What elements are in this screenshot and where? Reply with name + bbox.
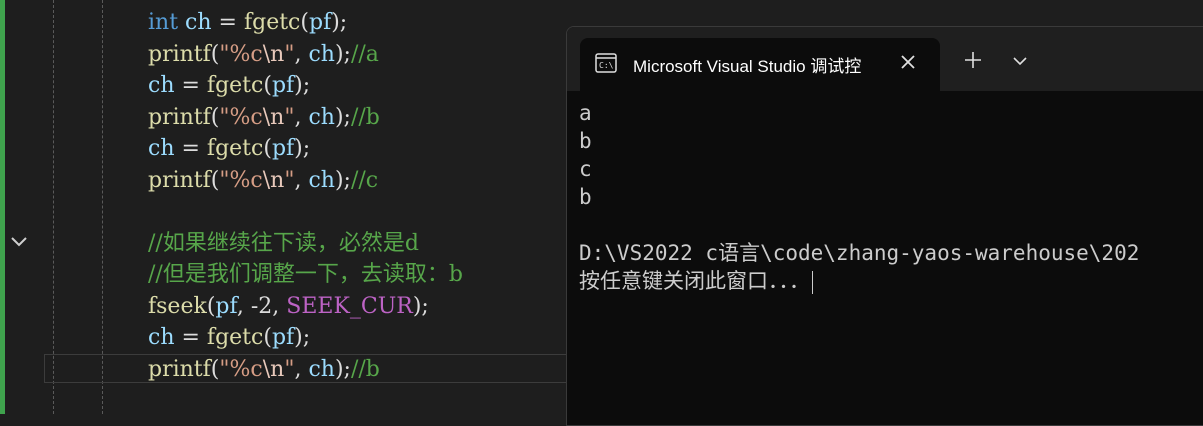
- code-token: pf: [271, 136, 295, 161]
- new-tab-plus-icon[interactable]: [962, 49, 984, 71]
- code-token: ,: [294, 167, 309, 193]
- code-line: int ch = fgetc(pf);: [148, 7, 347, 38]
- terminal-icon: C:\: [595, 53, 617, 73]
- code-token: \n: [262, 104, 285, 130]
- code-token: );: [334, 167, 351, 193]
- text-cursor: [812, 270, 813, 294]
- code-token: =: [174, 136, 207, 161]
- code-token: //b: [350, 356, 380, 382]
- code-token: =: [174, 325, 207, 350]
- code-token: ,: [294, 41, 309, 67]
- prompt-text: 按任意键关闭此窗口．．．: [579, 269, 810, 293]
- output-line: c: [579, 157, 592, 181]
- indent-guide: [102, 0, 103, 414]
- code-token: ch: [308, 104, 335, 130]
- indent-guide: [53, 0, 54, 414]
- code-line: ch = fgetc(pf);: [148, 322, 310, 353]
- code-token: );: [334, 41, 351, 67]
- code-token: pf: [271, 325, 295, 350]
- code-token: "%c: [219, 356, 263, 382]
- code-line: fseek(pf, -2, SEEK_CUR);: [148, 291, 429, 322]
- code-token: ": [284, 167, 295, 193]
- code-token: printf: [148, 104, 211, 130]
- code-line: //如果继续往下读，必然是d: [148, 228, 419, 259]
- code-token: fgetc: [206, 325, 264, 350]
- close-tab-icon[interactable]: [898, 52, 918, 72]
- code-token: ": [284, 104, 295, 130]
- code-token: ch: [308, 41, 335, 67]
- code-token: );: [334, 104, 351, 130]
- code-token: );: [331, 10, 348, 35]
- code-line: ch = fgetc(pf);: [148, 70, 310, 101]
- code-token: "%c: [219, 167, 263, 193]
- code-token: , -2,: [236, 293, 287, 319]
- code-line: printf("%c\n", ch);//c: [148, 165, 378, 196]
- code-token: pf: [308, 10, 332, 35]
- code-token: ch: [148, 136, 175, 161]
- code-token: ": [284, 356, 295, 382]
- code-token: //a: [350, 41, 379, 67]
- code-token: ch: [308, 356, 335, 382]
- code-token: printf: [148, 41, 211, 67]
- code-line: printf("%c\n", ch);//a: [148, 39, 379, 70]
- code-token: (: [263, 73, 272, 98]
- code-token: (: [263, 325, 272, 350]
- code-token: "%c: [219, 104, 263, 130]
- code-token: ch: [148, 73, 175, 98]
- code-token: ch: [148, 325, 175, 350]
- svg-text:C:\: C:\: [599, 61, 614, 70]
- code-token: \n: [262, 356, 285, 382]
- code-token: "%c: [219, 41, 263, 67]
- code-line: printf("%c\n", ch);//b: [148, 102, 380, 133]
- code-token: int: [148, 10, 179, 35]
- code-token: (: [263, 136, 272, 161]
- code-token: pf: [271, 73, 295, 98]
- output-path-line: D:\VS2022 c语言\code\zhang-yaos-warehouse\…: [579, 241, 1140, 265]
- code-token: pf: [215, 293, 237, 319]
- code-token: ,: [294, 104, 309, 130]
- console-tab-title: Microsoft Visual Studio 调试控: [633, 57, 862, 76]
- console-tab[interactable]: C:\ Microsoft Visual Studio 调试控: [580, 38, 940, 92]
- code-token: //如果继续往下读，必然是d: [148, 230, 419, 256]
- code-token: \n: [262, 41, 285, 67]
- debug-console-window[interactable]: C:\ Microsoft Visual Studio 调试控 a b c b …: [566, 26, 1203, 426]
- output-line: b: [579, 185, 592, 209]
- code-token: =: [211, 10, 244, 35]
- fold-chevron-down-icon[interactable]: [8, 231, 30, 253]
- code-token: );: [294, 136, 311, 161]
- code-line: ch = fgetc(pf);: [148, 133, 310, 164]
- code-token: fgetc: [206, 73, 264, 98]
- code-token: //b: [350, 104, 380, 130]
- code-token: printf: [148, 356, 211, 382]
- output-prompt-line: 按任意键关闭此窗口．．．: [579, 267, 1203, 295]
- code-token: fgetc: [243, 10, 301, 35]
- change-indicator-bar: [0, 0, 5, 414]
- code-token: =: [174, 73, 207, 98]
- code-token: (: [300, 10, 309, 35]
- code-token: SEEK_CUR: [286, 293, 413, 319]
- code-token: //但是我们调整一下，去读取：b: [148, 262, 463, 287]
- code-token: ch: [308, 167, 335, 193]
- console-output[interactable]: a b c b D:\VS2022 c语言\code\zhang-yaos-wa…: [579, 99, 1203, 425]
- code-token: fgetc: [206, 136, 264, 161]
- code-token: printf: [148, 167, 211, 193]
- code-token: );: [334, 356, 351, 382]
- code-token: fseek: [148, 293, 207, 319]
- code-token: );: [294, 325, 311, 350]
- code-line: //但是我们调整一下，去读取：b: [148, 259, 463, 290]
- code-line: printf("%c\n", ch);//b: [148, 354, 380, 385]
- console-titlebar: C:\ Microsoft Visual Studio 调试控: [567, 27, 1203, 92]
- output-line: b: [579, 129, 592, 153]
- output-line: a: [579, 101, 592, 125]
- code-token: \n: [262, 167, 285, 193]
- code-token: //c: [350, 167, 379, 193]
- code-token: ,: [294, 356, 309, 382]
- code-token: );: [412, 293, 429, 319]
- code-token: ": [284, 41, 295, 67]
- tab-dropdown-chevron-icon[interactable]: [1010, 51, 1030, 71]
- code-token: ch: [185, 10, 212, 35]
- code-token: );: [294, 73, 311, 98]
